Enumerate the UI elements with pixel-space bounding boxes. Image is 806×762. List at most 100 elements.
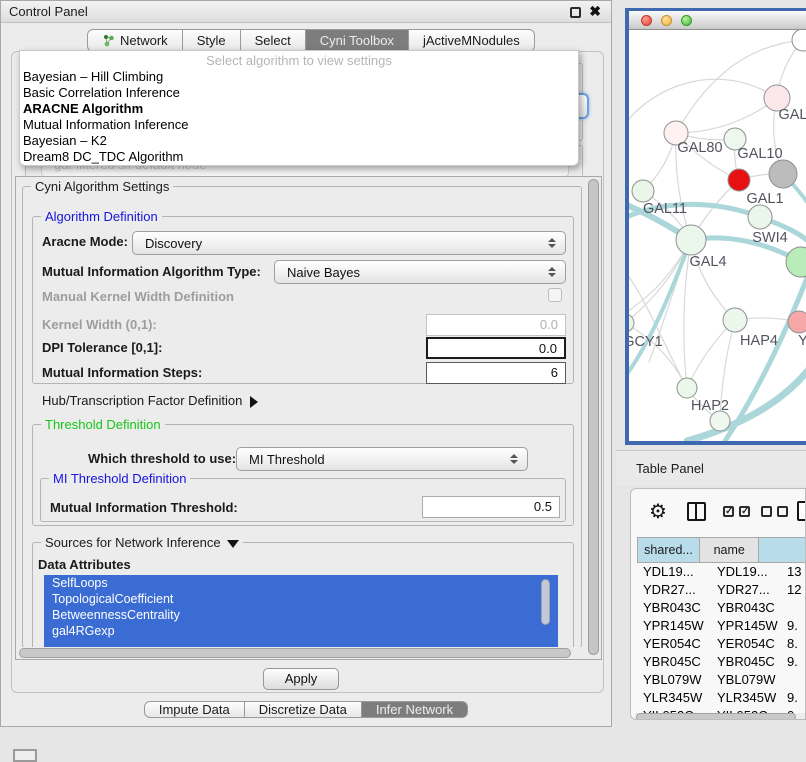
network-node-label: GCY1 (629, 334, 663, 350)
horizontal-scrollbar-thumb[interactable] (19, 648, 571, 658)
table-panel-titlebar: Table Panel (616, 450, 806, 486)
network-edge-highlighted[interactable] (629, 240, 691, 378)
dropdown-item[interactable]: Mutual Information Inference (20, 117, 578, 133)
vertical-scrollbar[interactable] (587, 179, 600, 657)
list-item[interactable]: TopologicalCoefficient (44, 591, 558, 607)
control-panel-title: Control Panel (9, 4, 88, 19)
dropdown-item[interactable]: Dream8 DC_TDC Algorithm (20, 149, 578, 165)
list-item[interactable]: gal4RGexp (44, 623, 558, 639)
network-edge[interactable] (676, 98, 777, 133)
split-columns-icon[interactable] (687, 502, 706, 521)
kernel-width-field[interactable]: 0.0 (426, 314, 566, 336)
expand-arrow-icon[interactable] (250, 396, 258, 408)
table-cell: YBL079W (711, 671, 781, 689)
select-all-checkbox-icon[interactable]: ✓ (723, 506, 734, 517)
table-row[interactable]: YBL079WYBL079W (637, 671, 806, 689)
column-header[interactable]: shared... (637, 537, 700, 563)
mac-close-icon[interactable] (641, 15, 652, 26)
dropdown-item[interactable]: Bayesian – Hill Climbing (20, 69, 578, 85)
combo-arrows-icon (510, 454, 518, 464)
apply-button[interactable]: Apply (263, 668, 339, 690)
combobox-value: Naive Bayes (287, 265, 360, 280)
combo-arrows-icon (548, 238, 556, 248)
tab-impute-data[interactable]: Impute Data (144, 701, 245, 718)
network-edge[interactable] (629, 270, 687, 388)
table-row[interactable]: YBR045CYBR045C9. (637, 653, 806, 671)
list-scrollbar-thumb[interactable] (541, 579, 550, 625)
tab-label: Style (197, 33, 226, 48)
network-edge[interactable] (629, 79, 777, 125)
tab-style[interactable]: Style (183, 29, 241, 52)
column-header[interactable] (759, 537, 806, 563)
network-edge-highlighted[interactable] (725, 270, 806, 441)
network-node-gal11[interactable] (632, 180, 654, 202)
table-cell: YDR27... (711, 581, 781, 599)
mi-type-combobox[interactable]: Naive Bayes (274, 260, 566, 284)
list-item[interactable]: BetweennessCentrality (44, 607, 558, 623)
vertical-scrollbar-thumb[interactable] (588, 179, 599, 655)
deselect-all-checkbox-icon[interactable] (777, 506, 788, 517)
close-icon[interactable]: ✖ (589, 3, 601, 20)
mi-threshold-field[interactable]: 0.5 (422, 496, 560, 518)
network-canvas[interactable]: GALGAL80GAL10GAL1GAL11SWI4GAL4GCY1HAP4YH… (629, 30, 806, 441)
table-row[interactable]: YDL19...YDL19...13 (637, 563, 806, 581)
table-row[interactable]: YDR27...YDR27...12 (637, 581, 806, 599)
network-node[interactable] (786, 247, 806, 277)
which-threshold-label: Which threshold to use: (88, 451, 236, 466)
table-row[interactable]: YER054CYER054C8. (637, 635, 806, 653)
network-node-hap4[interactable] (723, 308, 747, 332)
mac-zoom-icon[interactable] (681, 15, 692, 26)
hub-definition-toggle[interactable]: Hub/Transcription Factor Definition (42, 393, 258, 408)
tab-infer-network[interactable]: Infer Network (362, 701, 468, 718)
deselect-all-checkbox-icon[interactable] (761, 506, 772, 517)
mi-steps-field[interactable]: 6 (426, 362, 566, 384)
network-node[interactable] (792, 30, 806, 51)
horizontal-scrollbar[interactable] (18, 647, 584, 659)
float-window-icon[interactable] (570, 7, 581, 18)
aracne-mode-combobox[interactable]: Discovery (132, 231, 566, 255)
network-node-y[interactable] (788, 311, 806, 333)
table-cell: YDR27... (637, 581, 711, 599)
tab-cyni-toolbox[interactable]: Cyni Toolbox (306, 29, 409, 52)
table-cell (781, 671, 806, 689)
network-window-titlebar (629, 11, 806, 30)
tab-select[interactable]: Select (241, 29, 306, 52)
table-row[interactable]: YLR345WYLR345W9. (637, 689, 806, 707)
mac-minimize-icon[interactable] (661, 15, 672, 26)
tab-network[interactable]: Network (87, 29, 183, 52)
network-node-swi4[interactable] (748, 205, 772, 229)
dropdown-item[interactable]: Basic Correlation Inference (20, 85, 578, 101)
table-cell: YDL19... (711, 563, 781, 581)
select-all-checkbox-icon[interactable]: ✓ (739, 506, 750, 517)
column-header[interactable]: name (700, 537, 759, 563)
network-node-gal4[interactable] (676, 225, 706, 255)
tab-label: Discretize Data (259, 702, 347, 717)
manual-kernel-checkbox[interactable] (548, 288, 562, 302)
table-horizontal-scrollbar[interactable] (635, 713, 805, 720)
network-node-hap2[interactable] (677, 378, 697, 398)
table-horizontal-scrollbar-thumb[interactable] (636, 713, 796, 720)
list-item[interactable]: SelfLoops (44, 575, 558, 591)
tab-jactivemnodules[interactable]: jActiveMNodules (409, 29, 535, 52)
minimized-panel-icon[interactable] (13, 749, 37, 762)
table-cell: 13 (781, 563, 806, 581)
network-node[interactable] (769, 160, 797, 188)
group-title: Sources for Network Inference (41, 535, 243, 550)
mi-steps-label: Mutual Information Steps: (42, 365, 202, 380)
table-cell: YBR045C (637, 653, 711, 671)
tab-discretize-data[interactable]: Discretize Data (245, 701, 362, 718)
new-table-icon[interactable] (797, 501, 806, 521)
gear-icon[interactable]: ⚙ (649, 499, 667, 525)
table-row[interactable]: YBR043CYBR043C (637, 599, 806, 617)
dropdown-item[interactable]: Bayesian – K2 (20, 133, 578, 149)
dpi-tolerance-field[interactable]: 0.0 (426, 337, 566, 359)
collapse-arrow-icon[interactable] (227, 540, 239, 548)
network-node-gal1[interactable] (728, 169, 750, 191)
which-threshold-combobox[interactable]: MI Threshold (236, 447, 528, 471)
network-node[interactable] (710, 411, 730, 431)
table-row[interactable]: YPR145WYPR145W9. (637, 617, 806, 635)
tab-label: Select (255, 33, 291, 48)
table-cell: 12 (781, 581, 806, 599)
dropdown-item-highlighted[interactable]: ARACNE Algorithm (20, 101, 578, 117)
table-cell: YLR345W (711, 689, 781, 707)
